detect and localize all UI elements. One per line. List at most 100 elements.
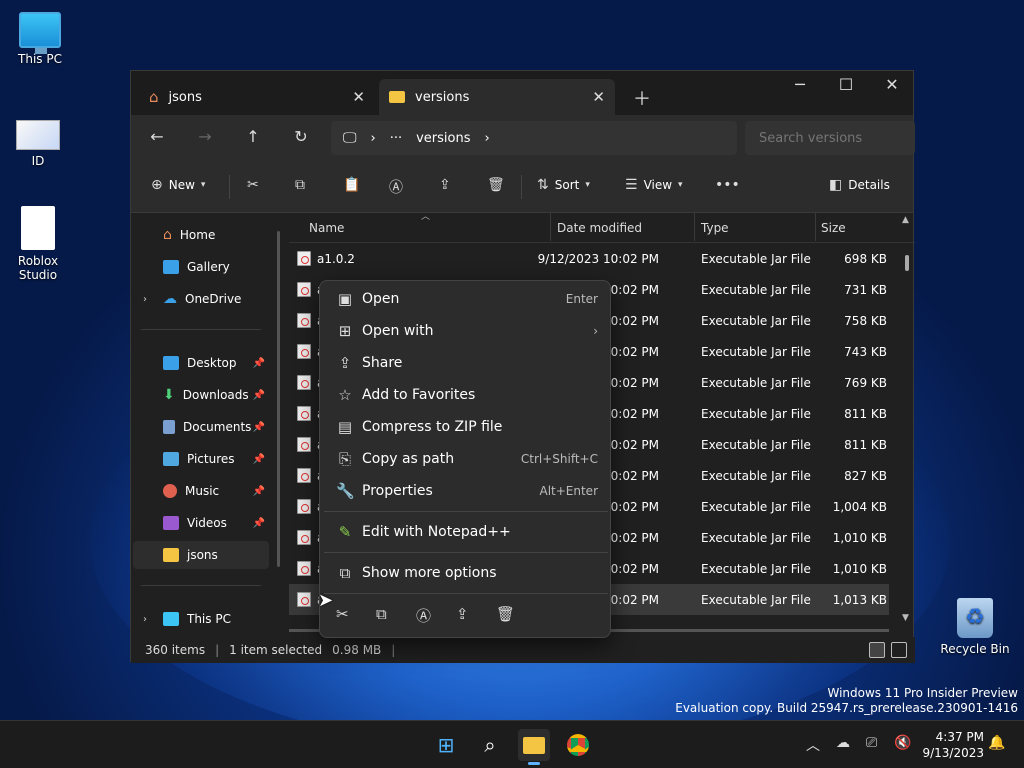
sidebar-item-jsons[interactable]: jsons (133, 541, 269, 569)
sidebar-item-label: Downloads (182, 388, 249, 402)
desktop-icon-id[interactable]: ID (0, 120, 78, 168)
close-tab-icon[interactable]: ✕ (592, 88, 605, 106)
notification-bell-icon[interactable]: 🔔 (988, 735, 1005, 751)
file-name: a1.0.2 (317, 252, 355, 266)
home-icon: ⌂ (149, 88, 159, 106)
sidebar-item-documents[interactable]: Documents 📌 (133, 413, 269, 441)
status-divider: | (391, 643, 396, 657)
clock[interactable]: 4:37 PM 9/13/2023 (922, 729, 984, 761)
sidebar-scrollbar[interactable] (277, 231, 280, 567)
delete-button[interactable]: 🗑 (487, 177, 505, 193)
paste-button[interactable]: 📋 (343, 177, 360, 193)
column-date-modified[interactable]: Date modified (557, 221, 642, 235)
column-divider[interactable] (694, 213, 695, 241)
menu-item-add-to-favorites[interactable]: ☆ Add to Favorites (324, 380, 608, 410)
column-divider[interactable] (550, 213, 551, 241)
share-button[interactable]: ⇪ (439, 177, 451, 193)
desktop-icon-this-pc[interactable]: This PC (0, 12, 80, 66)
start-button[interactable]: ⊞ (430, 729, 462, 761)
search-button[interactable]: ⌕ (474, 729, 506, 761)
sidebar-item-onedrive[interactable]: › ☁ OneDrive (133, 285, 269, 313)
file-date: 10:02 PM (603, 531, 659, 545)
up-button[interactable]: ↑ (241, 127, 265, 146)
column-type[interactable]: Type (701, 221, 729, 235)
details-button[interactable]: ◧ Details (829, 177, 890, 193)
rename-button[interactable]: Ⓐ (389, 177, 403, 197)
sidebar-item-home[interactable]: ⌂ Home (133, 221, 269, 249)
file-size: 1,013 KB (832, 593, 887, 607)
network-icon[interactable]: ⎚ (866, 735, 877, 751)
chevron-right-icon: › (370, 130, 376, 146)
sidebar-item-desktop[interactable]: Desktop 📌 (133, 349, 269, 377)
search-input[interactable] (745, 121, 915, 155)
forward-button[interactable]: → (193, 127, 217, 146)
watermark-line: Evaluation copy. Build 25947.rs_prerelea… (675, 701, 1018, 715)
menu-item-open-with[interactable]: ⊞ Open with › (324, 316, 608, 346)
copy-icon[interactable]: ⧉ (376, 605, 387, 623)
table-row[interactable]: a1.0.2 9/12/2023 10:02 PM Executable Jar F… (289, 243, 889, 274)
trash-icon[interactable]: 🗑 (496, 605, 515, 623)
sidebar-item-downloads[interactable]: ⬇ Downloads 📌 (133, 381, 269, 409)
vertical-scrollbar[interactable]: ▲ ▼ (902, 215, 909, 629)
tiles-view-button[interactable] (891, 642, 907, 658)
menu-item-edit-notepad-plus-plus[interactable]: ✎ Edit with Notepad++ (324, 517, 608, 547)
breadcrumb-ellipsis[interactable]: ··· (390, 131, 402, 146)
volume-muted-icon[interactable]: 🔇 (894, 735, 911, 751)
jar-file-icon (297, 561, 311, 576)
view-button[interactable]: ☰ View ▾ (625, 177, 683, 193)
share-icon[interactable]: ⇪ (456, 605, 469, 623)
new-tab-button[interactable]: ＋ (633, 85, 651, 111)
sidebar-item-pictures[interactable]: Pictures 📌 (133, 445, 269, 473)
sort-button[interactable]: ⇅ Sort ▾ (537, 177, 590, 193)
chevron-up-icon[interactable]: ︿ (806, 735, 820, 755)
menu-item-open[interactable]: ▣ Open Enter (324, 284, 608, 314)
minimize-button[interactable]: ─ (777, 75, 823, 94)
breadcrumb-segment[interactable]: versions (416, 131, 470, 146)
chevron-right-icon[interactable]: › (143, 294, 147, 305)
onedrive-status-icon[interactable]: ☁ (836, 735, 850, 751)
back-button[interactable]: ← (145, 127, 169, 146)
menu-item-show-more-options[interactable]: ⧉ Show more options (324, 558, 608, 588)
cut-icon[interactable]: ✂ (336, 605, 349, 623)
column-size[interactable]: Size (821, 221, 846, 235)
column-divider[interactable] (815, 213, 816, 241)
details-view-button[interactable] (869, 642, 885, 658)
menu-item-copy-as-path[interactable]: ⎘ Copy as path Ctrl+Shift+C (324, 444, 608, 474)
chevron-right-icon[interactable]: › (143, 614, 147, 625)
close-window-button[interactable]: ✕ (869, 75, 915, 94)
scroll-down-icon[interactable]: ▼ (902, 613, 909, 623)
sidebar-item-this-pc[interactable]: › This PC (133, 605, 269, 633)
menu-item-share[interactable]: ⇪ Share (324, 348, 608, 378)
desktop-icon-roblox-studio[interactable]: Roblox Studio (0, 206, 78, 282)
maximize-button[interactable]: ☐ (823, 75, 869, 94)
home-icon: ⌂ (163, 227, 172, 243)
cut-button[interactable]: ✂ (247, 177, 259, 193)
refresh-button[interactable]: ↻ (289, 127, 313, 146)
sidebar-item-gallery[interactable]: Gallery (133, 253, 269, 281)
copy-button[interactable]: ⧉ (295, 177, 305, 193)
column-name[interactable]: Name (309, 221, 344, 235)
new-button[interactable]: ⊕ New ▾ (151, 177, 205, 193)
sort-ascending-icon: ︿ (421, 212, 431, 222)
jar-file-icon (297, 437, 311, 452)
selection-size: 0.98 MB (332, 643, 382, 657)
menu-item-compress-zip[interactable]: ▤ Compress to ZIP file (324, 412, 608, 442)
file-type: Executable Jar File (701, 407, 811, 421)
tab-jsons[interactable]: ⌂ jsons ✕ (139, 79, 375, 115)
sidebar-item-videos[interactable]: Videos 📌 (133, 509, 269, 537)
rename-icon[interactable]: Ⓐ (416, 605, 431, 626)
toolbar-separator (229, 175, 230, 199)
scroll-thumb[interactable] (905, 255, 909, 271)
menu-item-properties[interactable]: 🔧 Properties Alt+Enter (324, 476, 608, 506)
close-tab-icon[interactable]: ✕ (352, 88, 365, 106)
tab-versions[interactable]: versions ✕ (379, 79, 615, 115)
folder-icon (163, 548, 179, 562)
sidebar-item-music[interactable]: Music 📌 (133, 477, 269, 505)
desktop-icon-recycle-bin[interactable]: ♻ Recycle Bin (935, 598, 1015, 656)
taskbar-chrome[interactable] (562, 729, 594, 761)
scroll-up-icon[interactable]: ▲ (902, 215, 909, 225)
more-options-button[interactable]: ••• (715, 177, 740, 193)
breadcrumb[interactable]: 🖵 › ··· versions › (331, 121, 737, 155)
taskbar-file-explorer[interactable] (518, 729, 550, 765)
menu-separator (324, 552, 608, 553)
